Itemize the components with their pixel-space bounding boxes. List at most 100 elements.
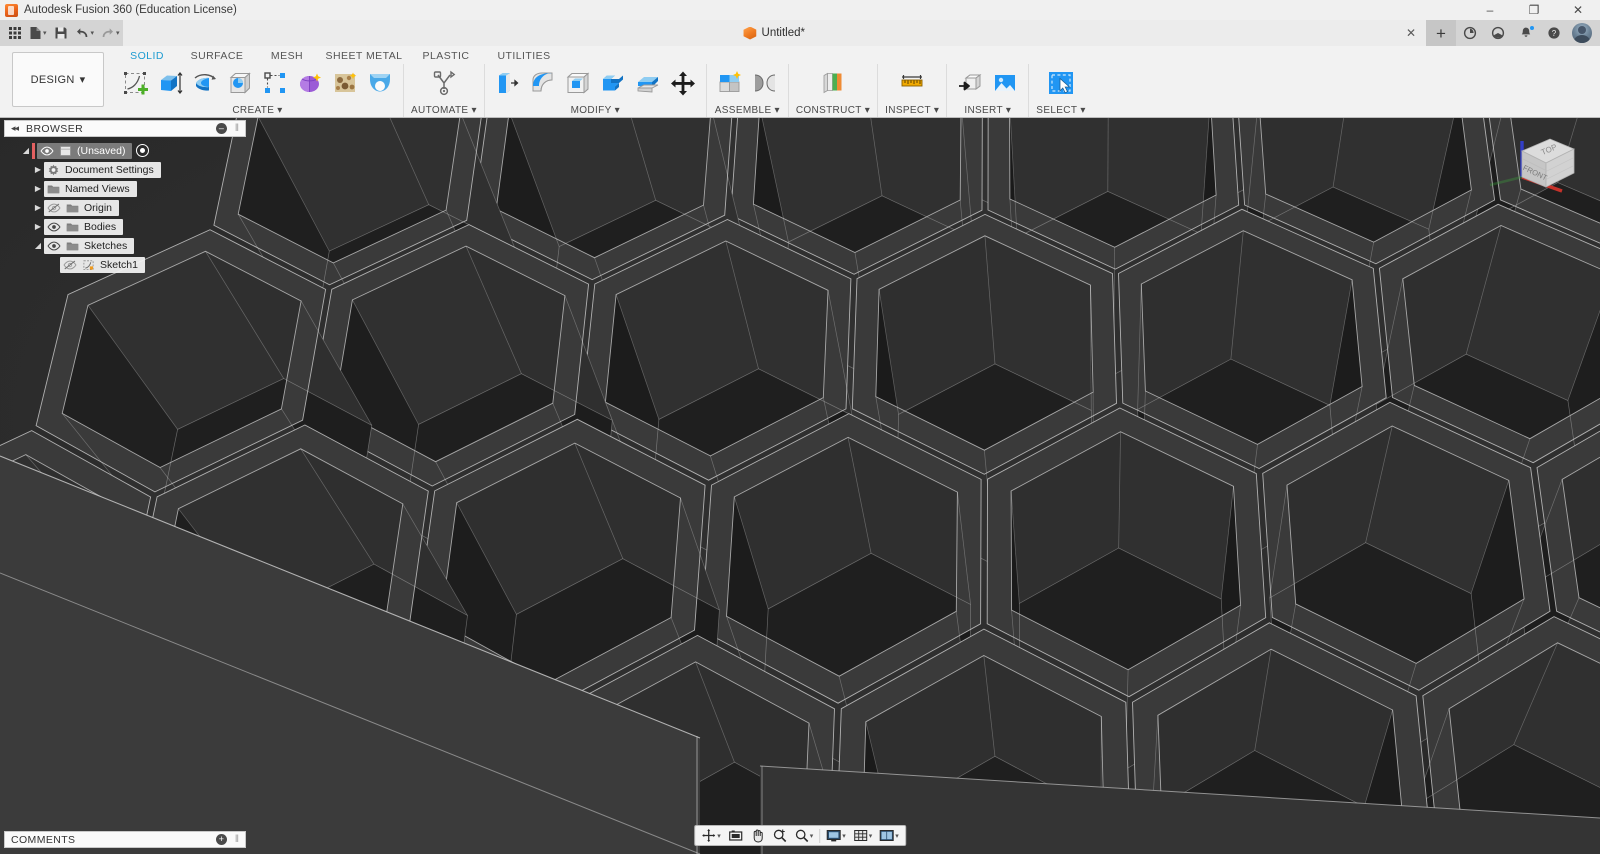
panel-assemble-label-text: ASSEMBLE: [714, 105, 772, 116]
panel-modify-label[interactable]: MODIFY ▾: [571, 105, 620, 116]
joint-tool[interactable]: [749, 67, 781, 99]
visibility-eye-hidden-icon[interactable]: [47, 202, 61, 214]
insert-derive-tool[interactable]: [954, 67, 986, 99]
orbit-button[interactable]: ▾: [698, 826, 724, 845]
browser-item-bodies-content[interactable]: Bodies: [44, 218, 124, 235]
chevron-down-icon: ▾: [842, 832, 846, 840]
workspace-dropdown[interactable]: DESIGN ▾: [12, 52, 104, 107]
expand-twisty-icon[interactable]: ◢: [20, 146, 32, 155]
tab-mesh[interactable]: MESH: [252, 50, 322, 62]
expand-twisty-icon[interactable]: ▶: [32, 184, 44, 193]
panel-automate-label[interactable]: AUTOMATE ▾: [411, 105, 477, 116]
browser-item-named-views-content[interactable]: Named Views: [44, 180, 137, 197]
panel-inspect-label[interactable]: INSPECT ▾: [885, 105, 939, 116]
visibility-eye-icon[interactable]: [40, 145, 54, 157]
tab-sheet-metal[interactable]: SHEET METAL: [322, 50, 406, 62]
viewports-button[interactable]: ▾: [876, 826, 902, 845]
tab-surface[interactable]: SURFACE: [182, 50, 252, 62]
browser-item-unsaved[interactable]: ◢ (Unsaved): [4, 141, 246, 160]
undo-button[interactable]: ▾: [72, 21, 98, 45]
shell-tool[interactable]: [562, 67, 594, 99]
tab-utilities[interactable]: UTILITIES: [486, 50, 562, 62]
move-copy-tool[interactable]: [667, 67, 699, 99]
grid-snaps-button[interactable]: ▾: [850, 826, 876, 845]
expand-twisty-icon[interactable]: ▶: [32, 222, 44, 231]
browser-item-origin-content[interactable]: Origin: [44, 199, 120, 216]
redo-button[interactable]: ▾: [97, 21, 123, 45]
new-component-tool[interactable]: [714, 67, 746, 99]
form-tool[interactable]: [294, 67, 326, 99]
display-settings-icon: [826, 830, 841, 842]
browser-item-unsaved-content[interactable]: (Unsaved): [37, 142, 133, 159]
browser-item-sketch1[interactable]: Sketch1: [4, 255, 246, 274]
tab-solid[interactable]: SOLID: [112, 50, 182, 62]
app-grid-button[interactable]: [4, 21, 26, 45]
help-icon[interactable]: ?: [1540, 20, 1568, 46]
sheet-metal-tool[interactable]: [364, 67, 396, 99]
panel-insert-label[interactable]: INSERT ▾: [964, 105, 1011, 116]
panel-resize-grip[interactable]: ‖: [235, 123, 239, 134]
automate-tool[interactable]: [428, 67, 460, 99]
comments-panel[interactable]: COMMENTS + ‖: [4, 831, 246, 848]
add-comment-icon[interactable]: +: [215, 834, 227, 845]
browser-item-bodies[interactable]: ▶ Bodies: [4, 217, 246, 236]
document-tab-close-icon[interactable]: ✕: [1406, 27, 1416, 39]
panel-assemble-label[interactable]: ASSEMBLE ▾: [715, 105, 780, 116]
browser-item-sketches-content[interactable]: Sketches: [44, 237, 135, 254]
offset-face-tool[interactable]: [632, 67, 664, 99]
insert-canvas-tool[interactable]: [989, 67, 1021, 99]
pattern-tool[interactable]: [259, 67, 291, 99]
combine-tool[interactable]: [597, 67, 629, 99]
fillet-tool[interactable]: [527, 67, 559, 99]
user-avatar[interactable]: [1572, 23, 1592, 43]
job-status-icon[interactable]: [1484, 20, 1512, 46]
browser-item-named-views[interactable]: ▶ Named Views: [4, 179, 246, 198]
select-tool[interactable]: [1045, 67, 1077, 99]
visibility-eye-icon[interactable]: [47, 221, 61, 233]
panel-select-label[interactable]: SELECT ▾: [1036, 105, 1085, 116]
mesh-create-tool[interactable]: [329, 67, 361, 99]
comments-resize-grip[interactable]: ‖: [235, 834, 239, 845]
browser-item-document-settings-content[interactable]: Document Settings: [44, 161, 161, 178]
extrude-tool[interactable]: [154, 67, 186, 99]
minimize-button[interactable]: –: [1468, 0, 1512, 20]
revolve-tool[interactable]: [189, 67, 221, 99]
browser-item-document-settings[interactable]: ▶ Document Settings: [4, 160, 246, 179]
recent-activity-icon[interactable]: [1456, 20, 1484, 46]
construct-plane-tool[interactable]: [817, 67, 849, 99]
look-at-button[interactable]: [725, 826, 746, 845]
minimize-panel-icon[interactable]: –: [215, 123, 227, 134]
press-pull-tool[interactable]: [492, 67, 524, 99]
expand-twisty-icon[interactable]: ▶: [32, 203, 44, 212]
new-tab-button[interactable]: +: [1426, 20, 1456, 46]
close-button[interactable]: ✕: [1556, 0, 1600, 20]
notifications-bell-icon[interactable]: [1512, 20, 1540, 46]
browser-item-sketches[interactable]: ◢ Sketches: [4, 236, 246, 255]
pan-button[interactable]: [747, 826, 768, 845]
document-tab[interactable]: Untitled*: [734, 20, 815, 46]
visibility-eye-icon[interactable]: [47, 240, 61, 252]
measure-tool[interactable]: [896, 67, 928, 99]
maximize-button[interactable]: ❐: [1512, 0, 1556, 20]
expand-twisty-icon[interactable]: ◢: [32, 241, 44, 250]
collapse-icon[interactable]: ◂◂: [11, 123, 19, 134]
display-settings-button[interactable]: ▾: [823, 826, 849, 845]
activate-component-icon[interactable]: [136, 144, 150, 157]
panel-construct-label[interactable]: CONSTRUCT ▾: [796, 105, 870, 116]
browser-item-sketch1-content[interactable]: Sketch1: [60, 256, 145, 273]
browser-item-origin[interactable]: ▶ Origin: [4, 198, 246, 217]
view-cube[interactable]: TOP FRONT: [1470, 125, 1590, 230]
expand-twisty-icon[interactable]: ▶: [32, 165, 44, 174]
save-button[interactable]: [50, 21, 72, 45]
tab-utilities-label: UTILITIES: [497, 50, 551, 62]
tab-plastic[interactable]: PLASTIC: [406, 50, 486, 62]
redo-arrow-icon: [102, 28, 114, 38]
zoom-window-button[interactable]: ▾: [791, 826, 817, 845]
new-file-button[interactable]: ▾: [26, 21, 50, 45]
panel-create-label[interactable]: CREATE ▾: [232, 105, 282, 116]
zoom-button[interactable]: [769, 826, 790, 845]
create-sketch-tool[interactable]: [119, 67, 151, 99]
sweep-tool[interactable]: [224, 67, 256, 99]
tab-plastic-label: PLASTIC: [422, 50, 470, 62]
visibility-eye-hidden-icon[interactable]: [63, 259, 77, 271]
